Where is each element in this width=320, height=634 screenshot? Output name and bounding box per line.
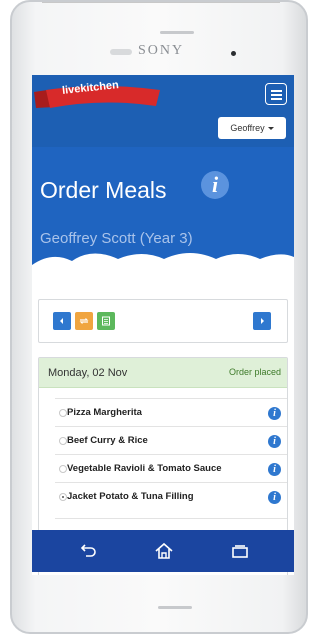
user-dropdown-label: Geoffrey bbox=[230, 123, 265, 133]
info-icon[interactable]: i bbox=[268, 491, 281, 504]
recent-apps-icon[interactable] bbox=[228, 539, 252, 563]
meal-radio-selected[interactable] bbox=[59, 493, 67, 501]
meal-option[interactable]: Jacket Potato & Tuna Filling i bbox=[55, 482, 287, 510]
proximity-sensor bbox=[110, 49, 132, 55]
info-icon[interactable]: i bbox=[268, 463, 281, 476]
meal-radio[interactable] bbox=[59, 465, 67, 473]
bottom-speaker-grill bbox=[158, 606, 192, 609]
back-icon[interactable] bbox=[76, 539, 100, 563]
hamburger-icon bbox=[271, 90, 282, 92]
order-status-badge: Order placed bbox=[228, 367, 281, 377]
day-header: Monday, 02 Nov Order placed bbox=[39, 358, 287, 388]
chevron-right-icon bbox=[261, 318, 264, 324]
info-icon[interactable]: i bbox=[268, 407, 281, 420]
front-camera bbox=[231, 51, 236, 56]
meal-option[interactable]: Pizza Margherita i bbox=[55, 398, 287, 426]
repeat-order-button[interactable] bbox=[75, 312, 93, 330]
next-week-button[interactable] bbox=[253, 312, 271, 330]
android-navigation-bar bbox=[32, 530, 294, 572]
chevron-left-icon bbox=[60, 318, 63, 324]
home-icon[interactable] bbox=[152, 539, 176, 563]
phone-screen: livekitchen Geoffrey Order Meals i Geoff… bbox=[32, 75, 294, 575]
info-icon[interactable]: i bbox=[268, 435, 281, 448]
caret-down-icon bbox=[267, 126, 274, 130]
pupil-name: Geoffrey Scott (Year 3) bbox=[40, 230, 193, 247]
meal-radio[interactable] bbox=[59, 437, 67, 445]
app-navbar: livekitchen Geoffrey bbox=[32, 75, 294, 147]
hamburger-menu-button[interactable] bbox=[265, 83, 287, 105]
meal-name: Pizza Margherita bbox=[67, 407, 142, 418]
meal-option[interactable]: Beef Curry & Rice i bbox=[55, 426, 287, 454]
earpiece-grill bbox=[160, 31, 194, 34]
page-title: Order Meals bbox=[40, 177, 167, 203]
meal-name: Jacket Potato & Tuna Filling bbox=[67, 491, 194, 502]
meal-list-divider bbox=[55, 518, 287, 519]
day-date: Monday, 02 Nov bbox=[48, 367, 128, 379]
user-dropdown-button[interactable]: Geoffrey bbox=[218, 117, 286, 139]
phone-top-edge bbox=[42, 2, 280, 8]
meal-name: Beef Curry & Rice bbox=[67, 435, 148, 446]
meal-name: Vegetable Ravioli & Tomato Sauce bbox=[67, 463, 222, 474]
repeat-icon bbox=[79, 318, 89, 324]
meal-radio[interactable] bbox=[59, 409, 67, 417]
hamburger-icon-line bbox=[271, 98, 282, 100]
device-brand: SONY bbox=[138, 43, 185, 58]
menu-list-button[interactable] bbox=[97, 312, 115, 330]
meal-option[interactable]: Vegetable Ravioli & Tomato Sauce i bbox=[55, 454, 287, 482]
hamburger-icon-line bbox=[271, 94, 282, 96]
previous-week-button[interactable] bbox=[53, 312, 71, 330]
week-navigation bbox=[38, 299, 288, 343]
info-icon[interactable]: i bbox=[201, 171, 229, 199]
list-icon bbox=[102, 316, 110, 326]
cloud-divider bbox=[32, 253, 294, 287]
